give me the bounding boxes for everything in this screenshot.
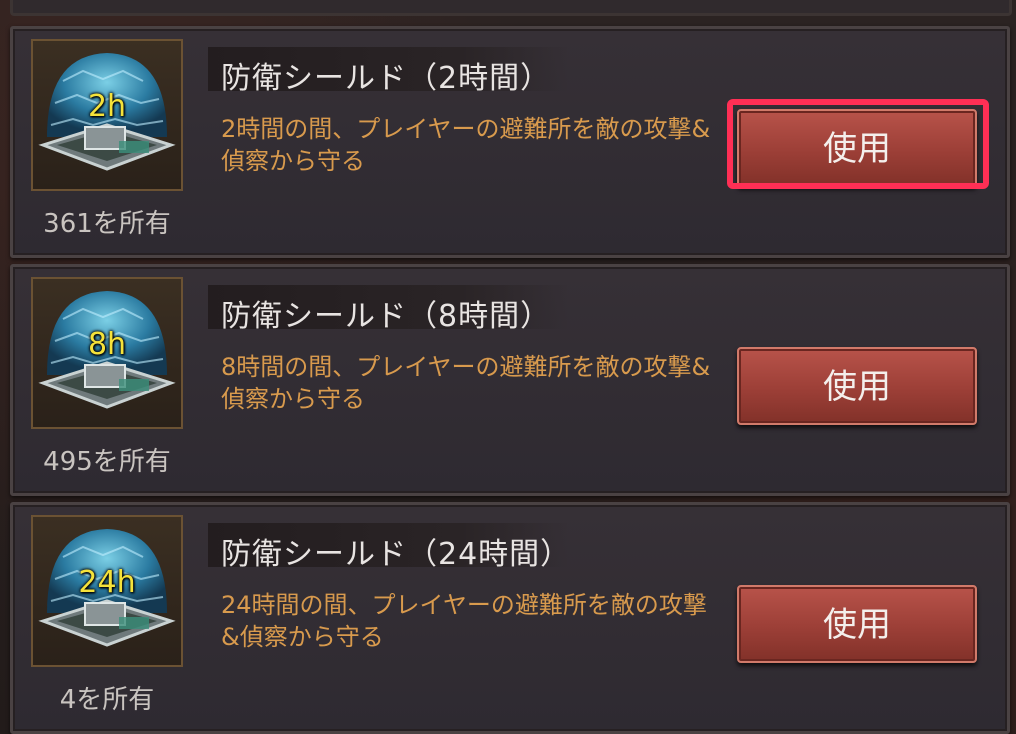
owned-count: 361を所有 bbox=[43, 209, 171, 239]
previous-item-card-edge bbox=[10, 0, 1012, 16]
owned-count: 4を所有 bbox=[59, 685, 155, 715]
item-card-shield-2h: 2h 361を所有 防衛シールド（2時間） 2時間の間、プレイヤーの避難所を敵の… bbox=[10, 26, 1010, 258]
item-card-shield-8h: 8h 495を所有 防衛シールド（8時間） 8時間の間、プレイヤーの避難所を敵の… bbox=[10, 264, 1010, 496]
shield-dome-icon: 2h bbox=[31, 39, 183, 191]
shield-dome-icon: 8h bbox=[31, 277, 183, 429]
use-button[interactable]: 使用 bbox=[737, 347, 977, 425]
item-title: 防衛シールド（8時間） bbox=[221, 299, 552, 334]
use-button[interactable]: 使用 bbox=[737, 109, 977, 187]
shield-dome-icon: 24h bbox=[31, 515, 183, 667]
shield-duration-label: 8h bbox=[87, 327, 127, 362]
item-title: 防衛シールド（24時間） bbox=[221, 537, 572, 572]
item-description: 24時間の間、プレイヤーの避難所を敵の攻撃&偵察から守る bbox=[221, 591, 707, 651]
item-description: 8時間の間、プレイヤーの避難所を敵の攻撃&偵察から守る bbox=[221, 353, 711, 413]
shield-duration-label: 24h bbox=[78, 565, 136, 600]
item-title: 防衛シールド（2時間） bbox=[221, 61, 552, 96]
item-description: 2時間の間、プレイヤーの避難所を敵の攻撃&偵察から守る bbox=[221, 115, 711, 175]
shield-duration-label: 2h bbox=[87, 89, 127, 124]
owned-count: 495を所有 bbox=[43, 447, 171, 477]
item-card-shield-24h: 24h 4を所有 防衛シールド（24時間） 24時間の間、プレイヤーの避難所を敵… bbox=[10, 502, 1010, 734]
use-button[interactable]: 使用 bbox=[737, 585, 977, 663]
